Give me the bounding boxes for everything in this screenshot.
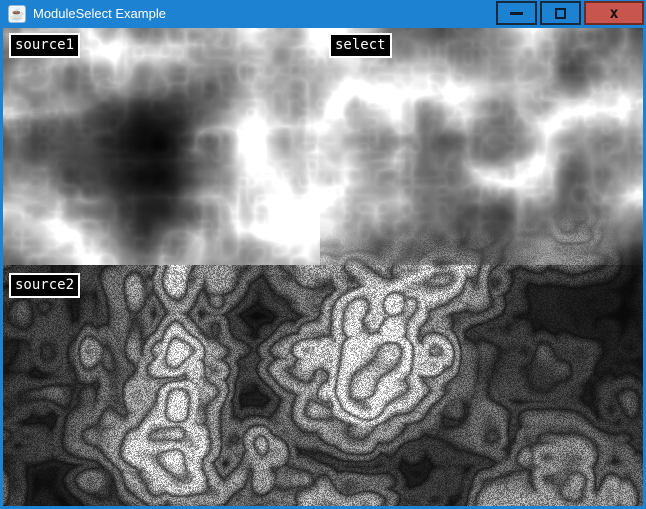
app-window: ☕ ModuleSelect Example x source1 select … (0, 0, 646, 509)
window-controls: x (496, 1, 644, 25)
minimize-icon (510, 12, 523, 15)
close-icon: x (609, 6, 618, 21)
close-button[interactable]: x (584, 1, 644, 25)
source2-label: source2 (9, 273, 80, 298)
render-client-area: source1 select source2 (3, 28, 643, 506)
title-bar[interactable]: ☕ ModuleSelect Example x (0, 0, 646, 28)
java-coffee-cup-icon: ☕ (8, 5, 26, 23)
source1-image (3, 28, 320, 265)
source2-image (3, 265, 643, 506)
select-label: select (329, 33, 392, 58)
maximize-icon (555, 8, 566, 19)
minimize-button[interactable] (496, 1, 537, 25)
coffee-cup-glyph: ☕ (10, 8, 25, 20)
maximize-button[interactable] (540, 1, 581, 25)
window-title: ModuleSelect Example (33, 0, 166, 28)
source1-label: source1 (9, 33, 80, 58)
